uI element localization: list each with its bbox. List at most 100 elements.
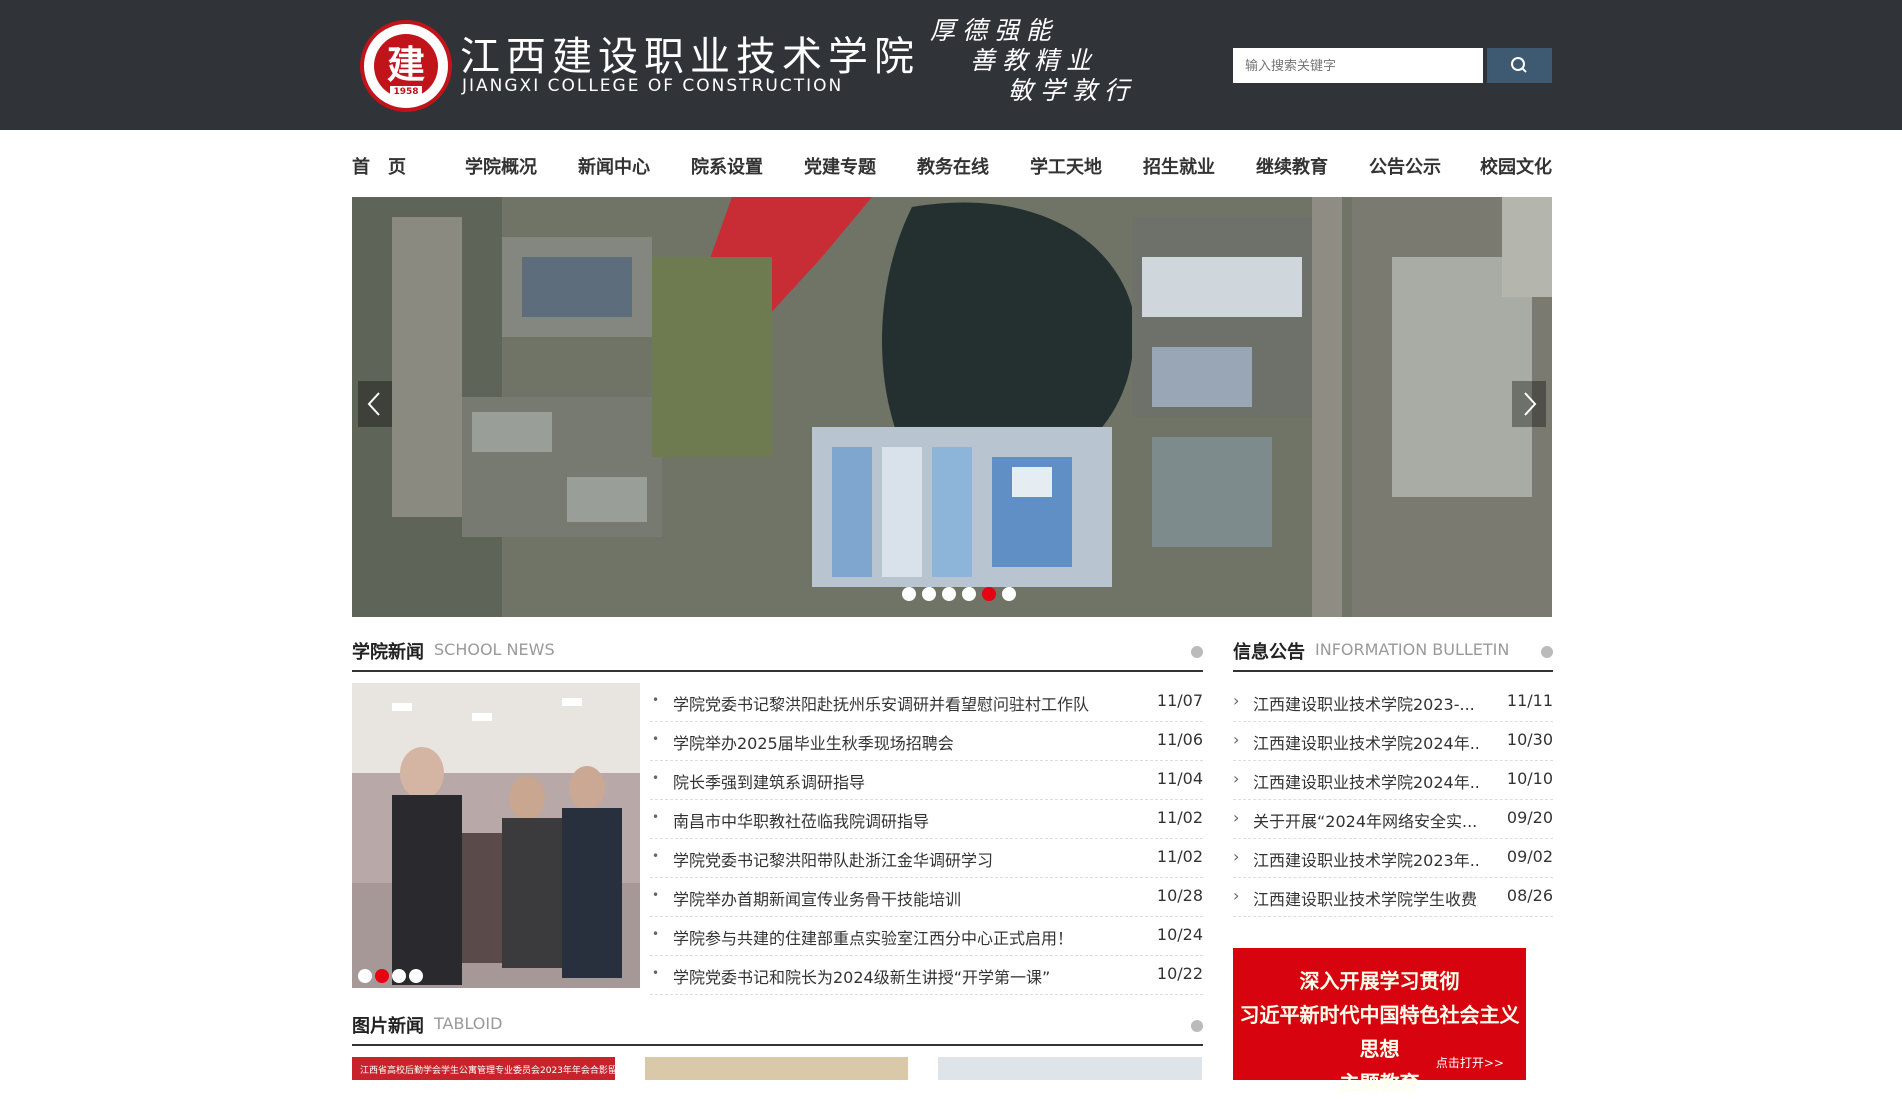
nav-home[interactable]: 首 页	[352, 153, 406, 179]
more-icon[interactable]	[1191, 646, 1203, 658]
bullet: •	[652, 810, 660, 824]
chevron-right-icon: ›	[1233, 886, 1240, 905]
list-item[interactable]: › 江西建设职业技术学院学生收费及... 08/26	[1233, 878, 1553, 917]
banner-next-button[interactable]	[1512, 381, 1546, 427]
news-title[interactable]: 南昌市中华职教社莅临我院调研指导	[673, 808, 929, 832]
site-header: 建 1958 江西建设职业技术学院 JIANGXI COLLEGE OF CON…	[0, 0, 1902, 130]
campus-aerial-image	[352, 197, 1552, 617]
news-title[interactable]: 学院举办2025届毕业生秋季现场招聘会	[673, 730, 954, 754]
search-input[interactable]	[1233, 48, 1483, 83]
list-item[interactable]: • 学院党委书记和院长为2024级新生讲授“开学第一课” 10/22	[650, 956, 1203, 995]
nav-news-center[interactable]: 新闻中心	[578, 153, 650, 179]
hero-banner[interactable]	[352, 197, 1552, 617]
photo-pagination	[358, 968, 426, 987]
list-item[interactable]: • 学院党委书记黎洪阳赴抚州乐安调研并看望慰问驻村工作队 11/07	[650, 683, 1203, 722]
school-news-header: 学院新闻 SCHOOL NEWS	[352, 632, 1203, 672]
nav-campus-culture[interactable]: 校园文化	[1480, 153, 1552, 179]
bulletin-title[interactable]: 关于开展“2024年网络安全实...	[1253, 808, 1478, 832]
nav-about[interactable]: 学院概况	[465, 153, 537, 179]
bullet: •	[652, 732, 660, 746]
theme-education-banner[interactable]: 深入开展学习贯彻 习近平新时代中国特色社会主义思想 主题教育 点击打开>>	[1233, 948, 1526, 1095]
promo-open-button[interactable]: 点击打开>>	[1436, 1046, 1504, 1080]
banner-dot[interactable]	[942, 587, 956, 601]
news-title[interactable]: 学院举办首期新闻宣传业务骨干技能培训	[673, 886, 961, 910]
bullet: •	[652, 771, 660, 785]
photo-dot[interactable]	[392, 969, 406, 983]
list-item[interactable]: • 学院党委书记黎洪阳带队赴浙江金华调研学习 11/02	[650, 839, 1203, 878]
bulletin-title[interactable]: 江西建设职业技术学院学生收费及...	[1253, 886, 1478, 910]
list-item[interactable]: • 学院举办2025届毕业生秋季现场招聘会 11/06	[650, 722, 1203, 761]
more-icon[interactable]	[1191, 1020, 1203, 1032]
list-item[interactable]: • 学院举办首期新闻宣传业务骨干技能培训 10/28	[650, 878, 1203, 917]
banner-dot[interactable]	[902, 587, 916, 601]
thumb-caption: 江西省高校后勤学会学生公寓管理专业委员会2023年年会合影留念	[360, 1066, 615, 1076]
banner-dot[interactable]	[1002, 587, 1016, 601]
photo-dot[interactable]	[409, 969, 423, 983]
school-logo[interactable]: 建 1958	[360, 20, 452, 112]
nav-departments[interactable]: 院系设置	[691, 153, 763, 179]
bullet: •	[652, 693, 660, 707]
nav-announcements[interactable]: 公告公示	[1369, 153, 1441, 179]
nav-student-affairs[interactable]: 学工天地	[1030, 153, 1102, 179]
photo-news-thumb[interactable]	[645, 1057, 908, 1080]
news-date: 11/02	[1156, 808, 1203, 827]
news-photo-image	[352, 683, 640, 988]
section-title: 信息公告	[1233, 642, 1305, 663]
bulletin-date: 09/20	[1506, 808, 1553, 827]
list-item[interactable]: › 江西建设职业技术学院2023-... 11/11	[1233, 683, 1553, 722]
banner-dot[interactable]	[922, 587, 936, 601]
bullet: •	[652, 888, 660, 902]
section-subtitle: TABLOID	[434, 1014, 503, 1033]
section-title: 图片新闻	[352, 1016, 424, 1037]
search-icon	[1511, 57, 1527, 73]
list-item[interactable]: • 学院参与共建的住建部重点实验室江西分中心正式启用！ 10/24	[650, 917, 1203, 956]
photo-news-thumb[interactable]	[938, 1057, 1202, 1080]
list-item[interactable]: • 南昌市中华职教社莅临我院调研指导 11/02	[650, 800, 1203, 839]
photo-news-thumb[interactable]: 江西省高校后勤学会学生公寓管理专业委员会2023年年会合影留念	[352, 1057, 615, 1080]
info-bulletin-list: › 江西建设职业技术学院2023-... 11/11 › 江西建设职业技术学院2024…	[1233, 683, 1553, 917]
bulletin-title[interactable]: 江西建设职业技术学院2023-...	[1253, 691, 1478, 715]
news-title[interactable]: 学院党委书记黎洪阳赴抚州乐安调研并看望慰问驻村工作队	[673, 691, 1089, 715]
info-bulletin-header: 信息公告 INFORMATION BULLETIN	[1233, 632, 1553, 672]
list-item[interactable]: › 江西建设职业技术学院2023年... 09/02	[1233, 839, 1553, 878]
bulletin-date: 09/02	[1506, 847, 1553, 866]
school-name-cn[interactable]: 江西建设职业技术学院	[460, 24, 920, 82]
photo-dot[interactable]	[358, 969, 372, 983]
list-item[interactable]: › 关于开展“2024年网络安全实... 09/20	[1233, 800, 1553, 839]
chevron-left-icon	[367, 392, 380, 416]
main-nav: 首 页 学院概况 新闻中心 院系设置 党建专题 教务在线 学工天地 招生就业 继…	[352, 130, 1552, 198]
news-title[interactable]: 学院参与共建的住建部重点实验室江西分中心正式启用！	[673, 925, 1073, 949]
photo-news-header: 图片新闻 TABLOID	[352, 1006, 1203, 1046]
bulletin-date: 10/10	[1506, 769, 1553, 788]
nav-admissions[interactable]: 招生就业	[1143, 153, 1215, 179]
list-item[interactable]: • 院长季强到建筑系调研指导 11/04	[650, 761, 1203, 800]
bulletin-title[interactable]: 江西建设职业技术学院2024年...	[1253, 730, 1478, 754]
list-item[interactable]: › 江西建设职业技术学院2024年... 10/10	[1233, 761, 1553, 800]
list-item[interactable]: › 江西建设职业技术学院2024年... 10/30	[1233, 722, 1553, 761]
nav-party-building[interactable]: 党建专题	[804, 153, 876, 179]
chevron-right-icon: ›	[1233, 808, 1240, 827]
bulletin-date: 08/26	[1506, 886, 1553, 905]
photo-dot-active[interactable]	[375, 969, 389, 983]
chevron-right-icon: ›	[1233, 847, 1240, 866]
banner-prev-button[interactable]	[358, 381, 392, 427]
bulletin-title[interactable]: 江西建设职业技术学院2024年...	[1253, 769, 1478, 793]
news-title[interactable]: 学院党委书记和院长为2024级新生讲授“开学第一课”	[673, 964, 1050, 988]
more-icon[interactable]	[1541, 646, 1553, 658]
bulletin-title[interactable]: 江西建设职业技术学院2023年...	[1253, 847, 1478, 871]
news-title[interactable]: 学院党委书记黎洪阳带队赴浙江金华调研学习	[673, 847, 993, 871]
nav-continuing-education[interactable]: 继续教育	[1256, 153, 1328, 179]
chevron-right-icon: ›	[1233, 730, 1240, 749]
school-name-en: JIANGXI COLLEGE OF CONSTRUCTION	[462, 76, 844, 96]
news-date: 11/07	[1156, 691, 1203, 710]
search-button[interactable]	[1487, 48, 1552, 83]
banner-dot[interactable]	[962, 587, 976, 601]
bullet: •	[652, 927, 660, 941]
banner-dot-active[interactable]	[982, 587, 996, 601]
news-date: 10/28	[1156, 886, 1203, 905]
news-date: 11/06	[1156, 730, 1203, 749]
nav-academic-affairs[interactable]: 教务在线	[917, 153, 989, 179]
news-title[interactable]: 院长季强到建筑系调研指导	[673, 769, 865, 793]
news-photo-carousel[interactable]	[352, 683, 640, 988]
chevron-right-icon	[1524, 392, 1537, 416]
